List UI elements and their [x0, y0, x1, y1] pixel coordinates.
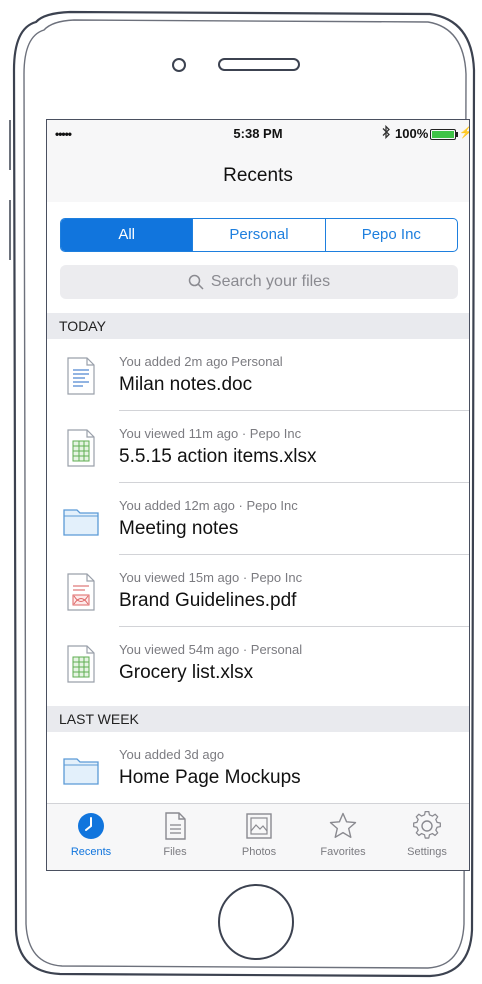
tab-label: Photos [241, 846, 277, 858]
home-button[interactable] [218, 884, 294, 960]
item-meta: You added 2m ago Personal [119, 354, 283, 369]
file-icon [165, 812, 186, 840]
status-bar: ••••• 5:38 PM 100% ⚡ [47, 120, 469, 150]
search-icon [188, 274, 204, 290]
item-meta: You added 3d ago [119, 747, 225, 762]
tab-label: Recents [70, 846, 112, 858]
battery-icon [430, 129, 456, 140]
segment-personal[interactable]: Personal [192, 219, 324, 251]
item-name: Milan notes.doc [119, 374, 253, 395]
tab-label: Settings [407, 846, 447, 858]
word-doc-icon [67, 357, 95, 395]
tab-label: Files [163, 846, 187, 858]
spreadsheet-icon [67, 645, 95, 683]
tab-bar: Recents Files Photos Favorites Settings [47, 803, 469, 870]
segment-pepo-inc[interactable]: Pepo Inc [324, 219, 457, 251]
item-meta: You viewed 11m ago · Pepo Inc [119, 426, 302, 441]
front-camera [172, 58, 186, 72]
bluetooth-icon [381, 124, 391, 142]
photo-icon [246, 813, 272, 839]
charging-icon: ⚡ [459, 126, 469, 139]
list-item[interactable]: You added 12m ago · Pepo Inc Meeting not… [47, 483, 469, 555]
battery-tip [456, 132, 458, 137]
folder-icon [63, 758, 99, 785]
account-filter: All Personal Pepo Inc [60, 218, 458, 252]
clock-icon [78, 813, 104, 839]
star-icon [329, 812, 357, 838]
list-item[interactable]: You viewed 54m ago · Personal Grocery li… [47, 627, 469, 699]
list-item[interactable]: You viewed 11m ago · Pepo Inc 5.5.15 act… [47, 411, 469, 483]
list-item[interactable]: You viewed 15m ago · Pepo Inc Brand Guid… [47, 555, 469, 627]
item-meta: You added 12m ago · Pepo Inc [119, 498, 298, 513]
tab-photos[interactable]: Photos [217, 804, 301, 870]
item-name: Grocery list.xlsx [119, 662, 254, 683]
pdf-icon [67, 573, 95, 611]
search-input[interactable]: Search your files [60, 265, 458, 299]
tab-recents[interactable]: Recents [49, 804, 133, 870]
segment-all[interactable]: All [61, 219, 193, 251]
item-name: Home Page Mockups [119, 767, 301, 788]
spreadsheet-icon [67, 429, 95, 467]
item-name: Brand Guidelines.pdf [119, 590, 297, 611]
tab-files[interactable]: Files [133, 804, 217, 870]
list-item[interactable]: You added 2m ago Personal Milan notes.do… [47, 339, 469, 411]
item-name: 5.5.15 action items.xlsx [119, 446, 317, 467]
page-title: Recents [47, 150, 469, 202]
battery-percent: 100% [395, 126, 429, 141]
item-meta: You viewed 15m ago · Pepo Inc [119, 570, 303, 585]
folder-icon [63, 509, 99, 536]
section-header-last-week: LAST WEEK [47, 706, 469, 732]
search-placeholder: Search your files [210, 273, 331, 290]
tab-label: Favorites [320, 846, 366, 858]
item-name: Meeting notes [119, 518, 239, 539]
gear-icon [413, 811, 441, 839]
item-meta: You viewed 54m ago · Personal [119, 642, 303, 657]
section-header-today: TODAY [47, 313, 469, 339]
list-item[interactable]: You added 3d ago Home Page Mockups [47, 732, 469, 804]
earpiece-speaker [218, 58, 300, 71]
app-screen: ••••• 5:38 PM 100% ⚡ Recents All Persona… [46, 119, 470, 871]
tab-settings[interactable]: Settings [385, 804, 469, 870]
tab-favorites[interactable]: Favorites [301, 804, 385, 870]
